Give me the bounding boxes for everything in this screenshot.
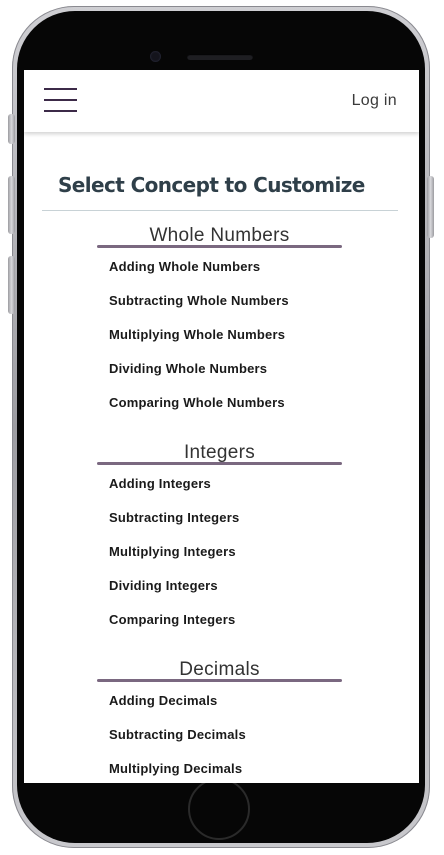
app-screen: Log in Select Concept to Customize Whole… xyxy=(24,70,419,783)
concept-link[interactable]: Multiplying Whole Numbers xyxy=(109,327,285,342)
concept-link[interactable]: Adding Whole Numbers xyxy=(109,259,260,274)
concept-link[interactable]: Dividing Integers xyxy=(109,578,218,593)
concept-link[interactable]: Subtracting Integers xyxy=(109,510,239,525)
earpiece-speaker xyxy=(187,54,253,60)
volume-up-button xyxy=(8,176,15,234)
section-heading-integers: Integers xyxy=(183,442,256,463)
power-button xyxy=(427,176,434,238)
front-camera xyxy=(150,51,161,62)
concept-link[interactable]: Comparing Integers xyxy=(109,612,235,627)
section-divider xyxy=(97,245,342,248)
section-divider xyxy=(97,679,342,682)
concept-link[interactable]: Multiplying Integers xyxy=(109,544,236,559)
mute-switch xyxy=(8,114,15,144)
login-link[interactable]: Log in xyxy=(352,92,397,110)
section-divider xyxy=(97,462,342,465)
concept-link[interactable]: Subtracting Decimals xyxy=(109,727,246,742)
concept-link[interactable]: Dividing Whole Numbers xyxy=(109,361,267,376)
section-heading-whole-numbers: Whole Numbers xyxy=(149,225,290,246)
hamburger-menu-icon[interactable] xyxy=(44,88,77,112)
page-title: Select Concept to Customize xyxy=(58,173,365,197)
section-heading-decimals: Decimals xyxy=(179,659,260,680)
home-button[interactable] xyxy=(188,778,250,840)
concept-link[interactable]: Comparing Whole Numbers xyxy=(109,395,285,410)
volume-down-button xyxy=(8,256,15,314)
title-divider xyxy=(42,210,398,211)
concept-link[interactable]: Adding Integers xyxy=(109,476,211,491)
concept-link[interactable]: Adding Decimals xyxy=(109,693,217,708)
concept-link[interactable]: Multiplying Decimals xyxy=(109,761,242,776)
concept-link[interactable]: Subtracting Whole Numbers xyxy=(109,293,289,308)
top-nav-bar: Log in xyxy=(24,70,419,132)
